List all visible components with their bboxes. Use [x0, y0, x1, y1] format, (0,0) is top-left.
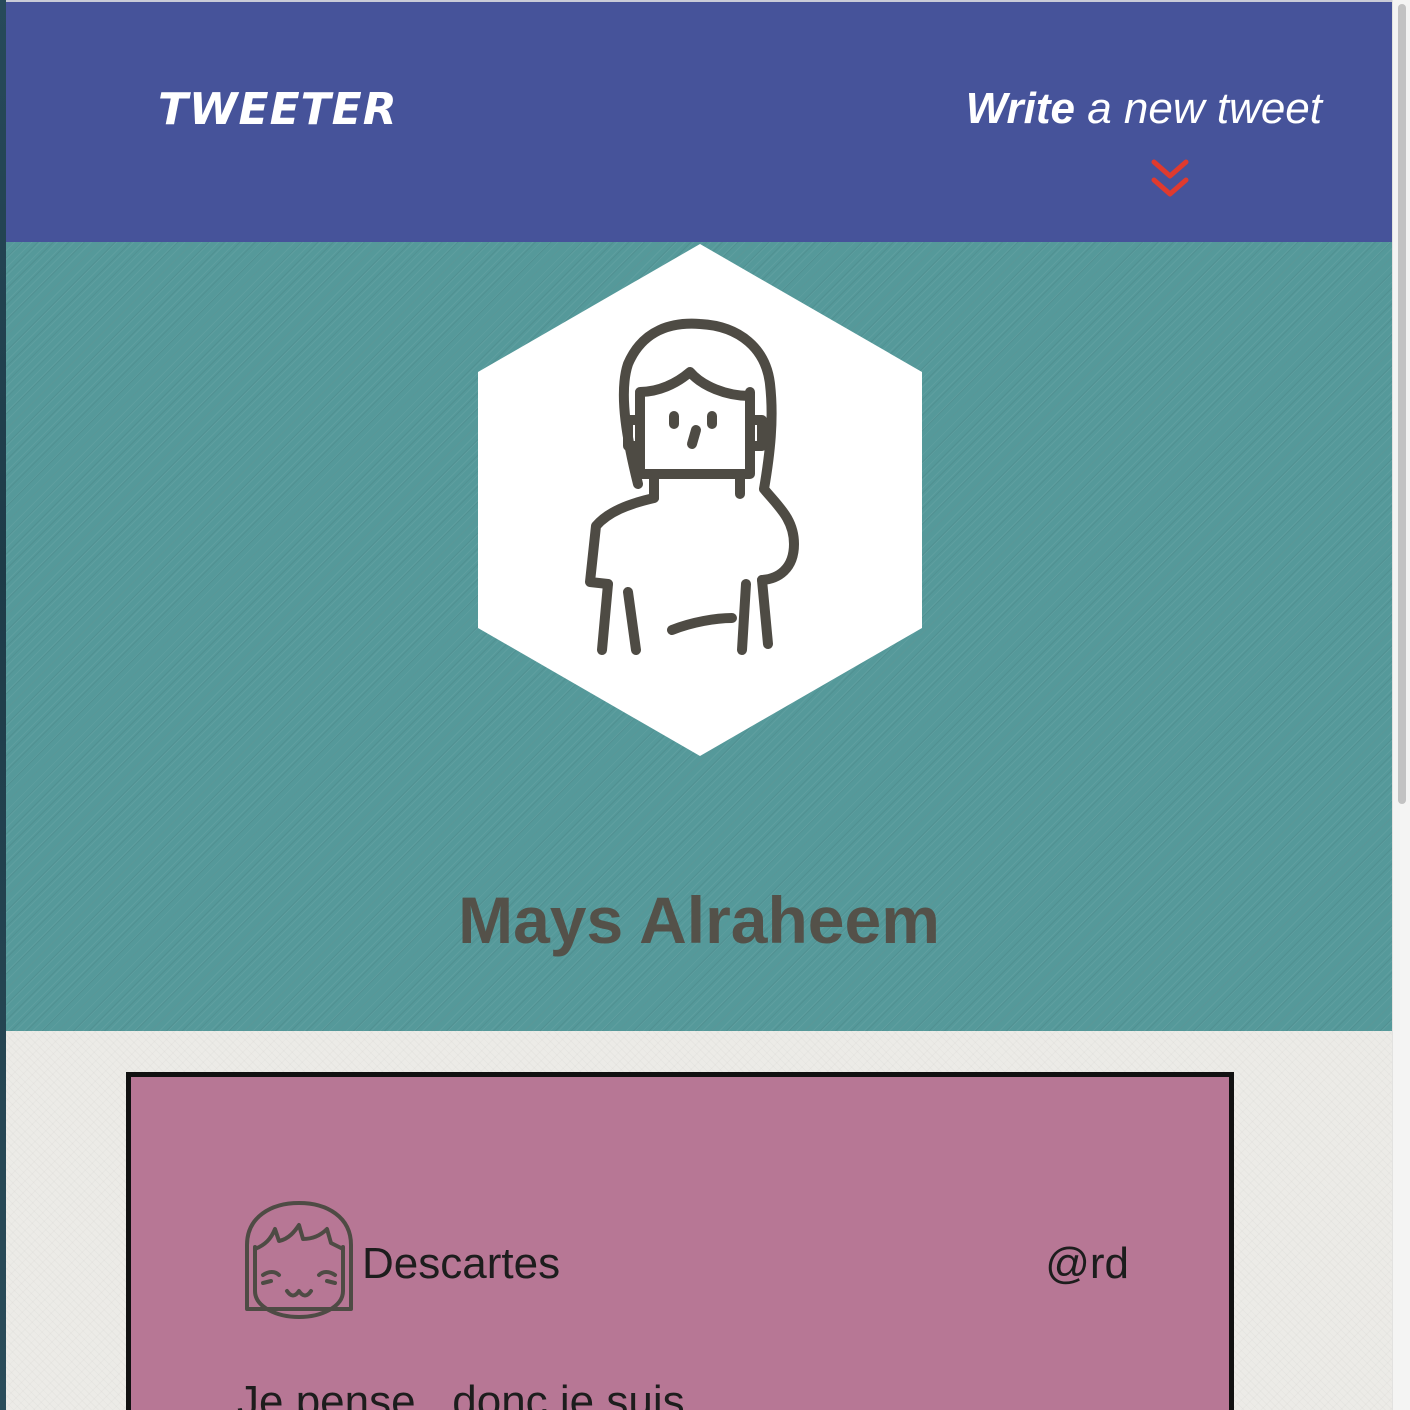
compose-rest-text: a new tweet: [1074, 84, 1322, 133]
smiling-girl-avatar-icon: [245, 1201, 353, 1319]
tweet-author-name: Descartes: [362, 1239, 561, 1288]
brand-logo[interactable]: TWEETER: [158, 84, 398, 135]
profile-name: Mays Alraheem: [458, 883, 940, 957]
top-nav: TWEETER Write a new tweet: [6, 0, 1392, 242]
woman-avatar-icon: [478, 244, 922, 756]
page-viewport: TWEETER Write a new tweet Mays Alraheem …: [6, 0, 1392, 1410]
compose-tweet-label[interactable]: Write a new tweet: [966, 84, 1322, 134]
compose-bold-text: Write: [965, 84, 1075, 133]
vertical-scrollbar[interactable]: [1392, 0, 1410, 1410]
profile-banner: Mays Alraheem: [6, 242, 1392, 1031]
tweets-container: Descartes @rd Je pense , donc je suis: [6, 1031, 1392, 1410]
tweet-content: Je pense , donc je suis: [237, 1377, 685, 1410]
scrollbar-thumb[interactable]: [1398, 4, 1406, 804]
tweet-author-handle: @rd: [1045, 1239, 1129, 1288]
double-chevron-down-icon[interactable]: [1150, 158, 1190, 202]
compose-tweet-toggle[interactable]: Write a new tweet: [962, 84, 1322, 214]
tweet-card: Descartes @rd Je pense , donc je suis: [126, 1072, 1234, 1410]
